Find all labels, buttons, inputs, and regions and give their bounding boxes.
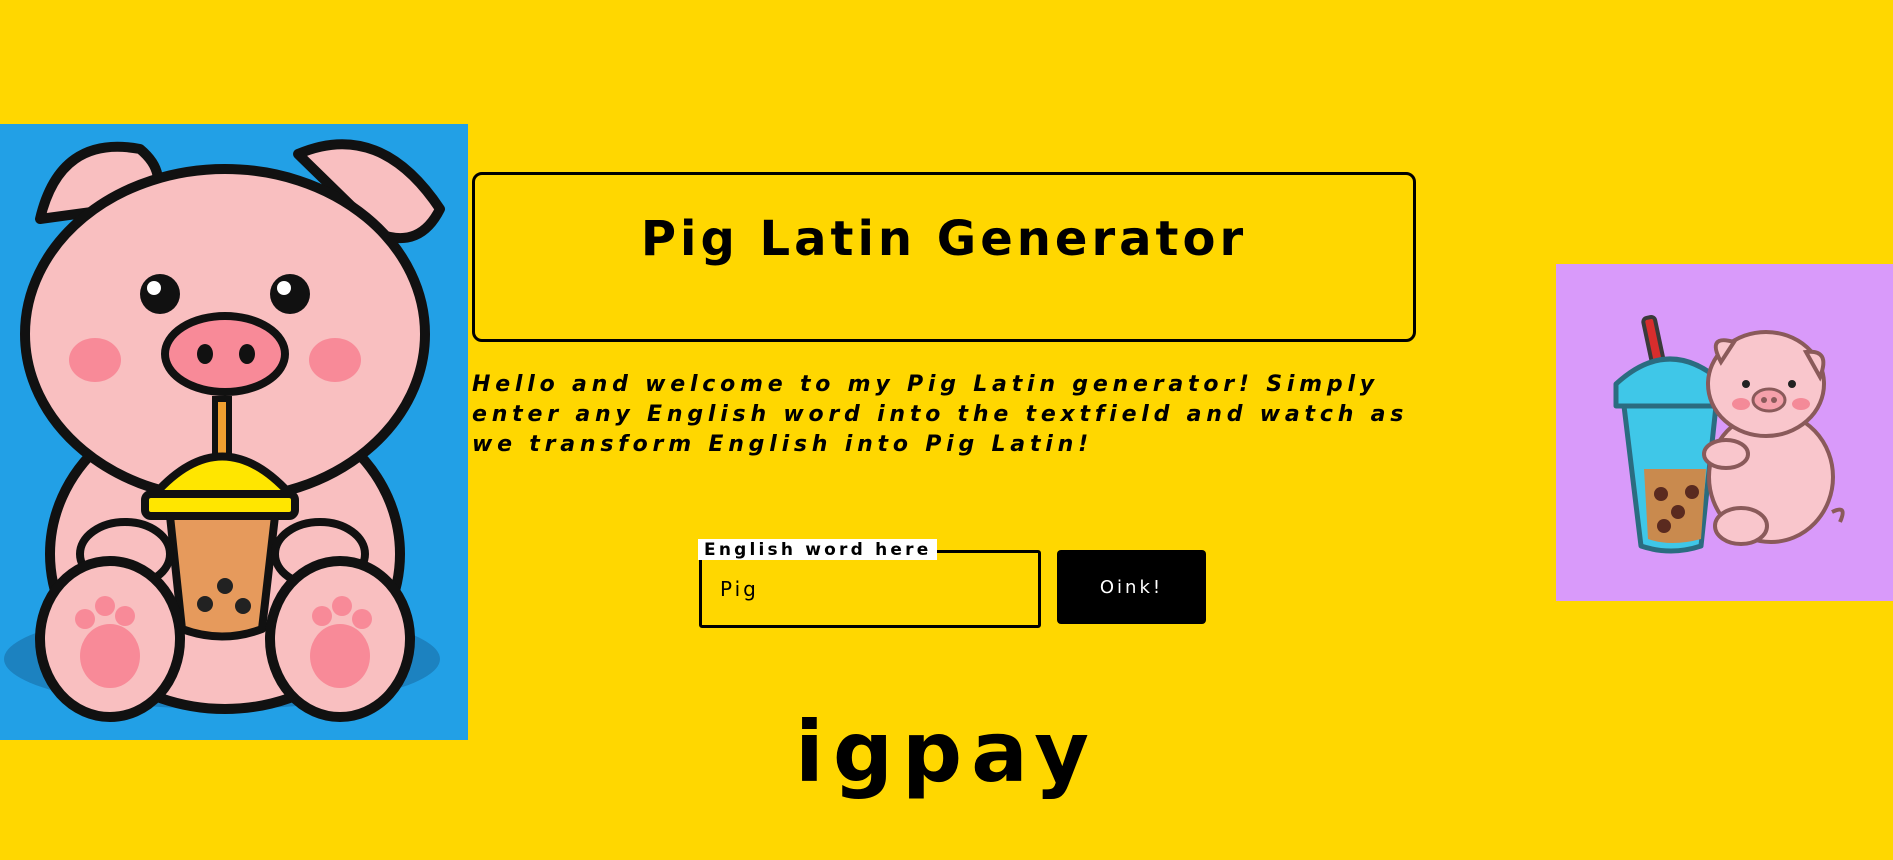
intro-text: Hello and welcome to my Pig Latin genera… [472, 372, 1409, 457]
pig-boba-illustration [4, 139, 445, 722]
oink-button[interactable]: Oink! [1057, 550, 1206, 624]
english-word-label: English word here [698, 539, 938, 560]
pig-boba-image-left [0, 124, 468, 740]
english-word-input[interactable] [720, 577, 1020, 601]
pig-latin-result: igpay [795, 703, 1098, 801]
english-word-field[interactable]: English word here [698, 539, 1041, 628]
title-box: Pig Latin Generator [472, 172, 1416, 342]
pig-hugging-boba-image-right [1556, 264, 1893, 601]
page-title: Pig Latin Generator [640, 211, 1248, 267]
pig-hugging-boba-illustration [1613, 315, 1845, 554]
